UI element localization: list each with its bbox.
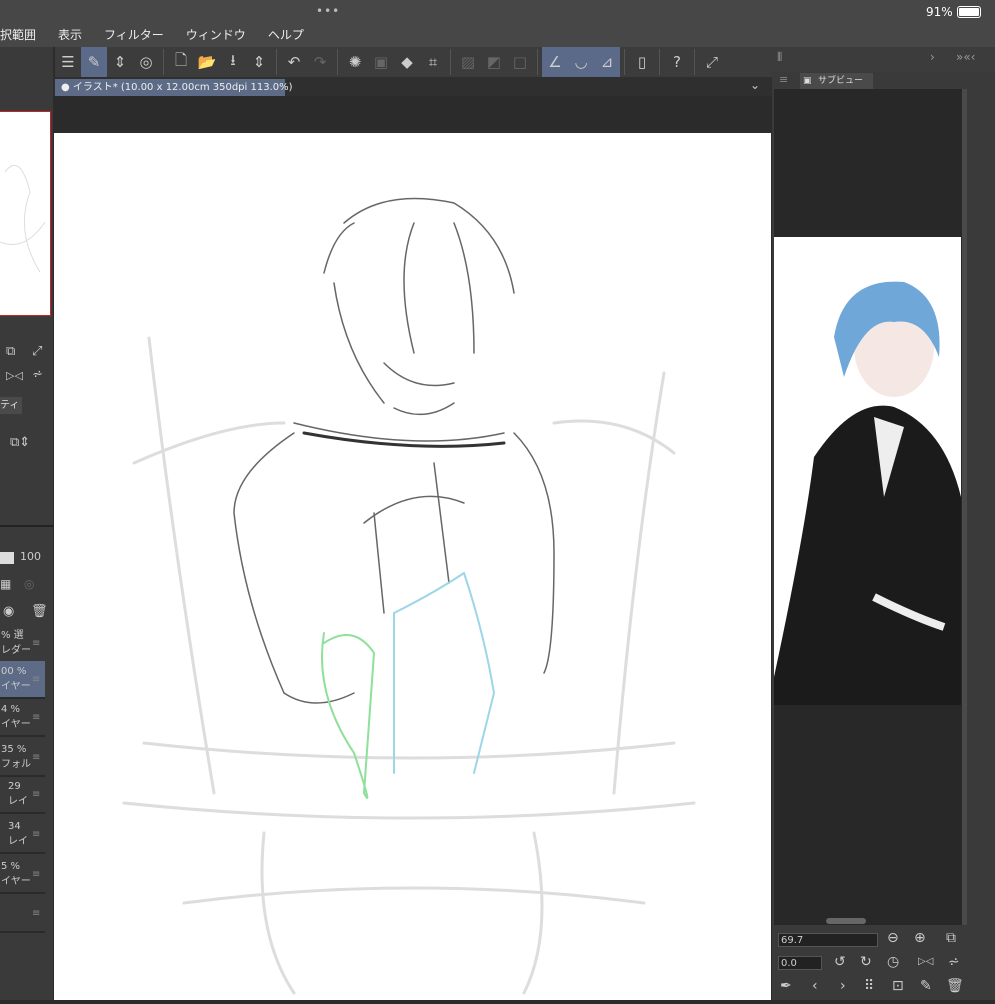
fill-icon[interactable]: ◆ (394, 47, 420, 77)
reference-layer-icon[interactable]: ▦ (0, 577, 11, 591)
rotate-slider[interactable]: 0.0 (778, 956, 822, 970)
menu-filter[interactable]: フィルター (104, 26, 164, 46)
multitask-dots[interactable]: ••• (316, 4, 340, 18)
menu-help[interactable]: ヘルプ (268, 26, 304, 46)
command-bar: ☰ ✎ ⇕ ◎ 🗋 📂 ⭳ ⇕ ↶ ↷ ✺ ▣ ◆ ⌗ ▨ ◩ □ ∠ ◡ ⊿ … (55, 47, 772, 77)
reference-illustration (774, 281, 961, 705)
chevron-updown-icon[interactable]: ⇕ (107, 47, 133, 77)
chevron-down-icon[interactable]: ⌄ (750, 78, 760, 92)
layer-combine-icon[interactable]: ⧉⇕ (10, 435, 30, 450)
menu-window[interactable]: ウィンドウ (186, 26, 246, 46)
fit-icon[interactable]: ⧉ (6, 344, 15, 359)
horizontal-scrollbar[interactable] (826, 918, 866, 924)
left-panel: ⧉ ⤢ ▷◁ ⩫ ティ ⧉⇕ 100 ▦ ◎ ◉ 🗑 % 選レダー ≡ 00 % イ… (0, 47, 53, 1000)
eyedropper-icon[interactable]: ✒ (780, 978, 792, 994)
new-file-icon[interactable]: 🗋 (168, 47, 194, 77)
trash-icon[interactable]: 🗑 (31, 604, 48, 619)
layer-folder-item[interactable]: ≡ (0, 895, 45, 933)
rotate-right-icon[interactable]: ↻ (860, 954, 872, 970)
rotate-left-icon[interactable]: ↺ (834, 954, 846, 970)
help-icon[interactable]: ? (664, 47, 690, 77)
lock-icon[interactable]: ◎ (24, 577, 34, 591)
document-tab[interactable]: ● イラスト* (10.00 x 12.00cm 350dpi 113.0%) (55, 79, 293, 96)
reset-rotation-icon[interactable]: ◷ (887, 954, 899, 970)
drawing-canvas[interactable] (54, 133, 771, 1000)
menu-bar: 択範囲 表示 フィルター ウィンドウ ヘルプ (0, 26, 304, 46)
flip-vertical-icon[interactable]: ⩫ (32, 367, 43, 382)
panel-header: ⦀ › »«‹ (772, 47, 995, 72)
chevron-updown-icon[interactable]: ⇕ (246, 47, 272, 77)
subview-controls: 69.7 ⊖ ⊕ ⧉ 0.0 ↺ ↻ ◷ ▷◁ ⩫ ✒ ‹ › ⠿ ⊡ ✎ 🗑 (774, 928, 967, 1000)
layer-item-selected[interactable]: 00 % イヤー ≡ (0, 661, 45, 699)
ruler-snap-icon[interactable]: ∠ (542, 47, 568, 77)
zoom-in-icon[interactable]: ⊕ (914, 930, 926, 946)
device-icon[interactable]: ▯ (629, 47, 655, 77)
grid-icon[interactable]: ⠿ (864, 978, 874, 994)
menu-icon[interactable]: ☰ (55, 47, 81, 77)
flip-horizontal-icon[interactable]: ▷◁ (6, 369, 23, 382)
zoom-out-icon[interactable]: ⊖ (887, 930, 899, 946)
battery-percent: 91% (926, 5, 953, 19)
previous-icon[interactable]: ‹ (812, 978, 818, 994)
drag-handle-icon[interactable]: ⦀ (777, 50, 782, 65)
sketch-drawing (122, 197, 696, 995)
panel-menu-icon[interactable]: ≡ (779, 73, 788, 86)
layer-item[interactable]: % 選レダー ≡ (0, 625, 45, 663)
battery-icon (957, 6, 981, 18)
menu-select[interactable]: 択範囲 (0, 26, 36, 46)
flip-vertical-icon[interactable]: ⩫ (948, 954, 960, 970)
grid-snap-icon[interactable]: ⊿ (594, 47, 620, 77)
property-tab[interactable]: ティ (0, 397, 22, 414)
fit-icon[interactable]: ⧉ (946, 930, 956, 946)
invert-selection-icon[interactable]: ▨ (455, 47, 481, 77)
fullscreen-icon[interactable]: ⤢ (32, 344, 42, 359)
subview-icon: ▣ (803, 76, 812, 86)
layer-list: % 選レダー ≡ 00 % イヤー ≡ 4 % イヤー ≡ 35 % フォル ≡ 29 レイ ≡ … (0, 623, 53, 1000)
collapse-icon[interactable]: »«‹ (956, 50, 975, 64)
reference-image[interactable] (774, 237, 961, 705)
open-folder-icon[interactable]: 📂 (194, 47, 220, 77)
flip-horizontal-icon[interactable]: ▷◁ (918, 956, 933, 967)
undo-icon[interactable]: ↶ (281, 47, 307, 77)
layer-item[interactable]: 29 レイ ≡ (0, 776, 45, 814)
layer-item[interactable]: 4 % イヤー ≡ (0, 699, 45, 737)
next-icon[interactable]: › (840, 978, 846, 994)
expand-icon[interactable]: ⤢ (699, 47, 725, 77)
layer-item[interactable]: 5 % イヤー ≡ (0, 856, 45, 894)
layer-item[interactable]: 34 レイ ≡ (0, 816, 45, 854)
trash-icon[interactable]: 🗑 (946, 978, 964, 994)
edit-image-icon[interactable]: ✎ (920, 978, 932, 994)
opacity-slider[interactable] (0, 552, 14, 564)
transform-icon[interactable]: ⌗ (420, 47, 446, 77)
save-icon[interactable]: ⭳ (220, 47, 246, 77)
clip-studio-icon[interactable]: ◎ (133, 47, 159, 77)
tab-subview[interactable]: ▣ サブビュー (800, 73, 873, 89)
subview-tab-label: サブビュー (818, 76, 864, 86)
menu-view[interactable]: 表示 (58, 26, 82, 46)
chevron-right-icon[interactable]: › (930, 50, 935, 64)
opacity-value[interactable]: 100 (20, 550, 41, 563)
clear-selection-icon[interactable]: ▣ (368, 47, 394, 77)
loading-icon[interactable]: ✺ (342, 47, 368, 77)
edit-icon[interactable]: ✎ (81, 47, 107, 77)
navigator-preview (0, 111, 51, 316)
redo-icon[interactable]: ↷ (307, 47, 333, 77)
special-ruler-snap-icon[interactable]: ◡ (568, 47, 594, 77)
selection-icon[interactable]: ◩ (481, 47, 507, 77)
document-tab-label: イラスト* (10.00 x 12.00cm 350dpi 113.0%) (72, 82, 293, 93)
zoom-slider[interactable]: 69.7 (778, 933, 878, 947)
border-icon[interactable]: □ (507, 47, 533, 77)
subview-scrollbar[interactable] (962, 89, 967, 925)
import-image-icon[interactable]: ⊡ (892, 978, 904, 994)
layer-item[interactable]: 35 % フォル ≡ (0, 739, 45, 777)
navigator-thumbnail (0, 164, 46, 273)
mask-icon[interactable]: ◉ (3, 604, 14, 619)
